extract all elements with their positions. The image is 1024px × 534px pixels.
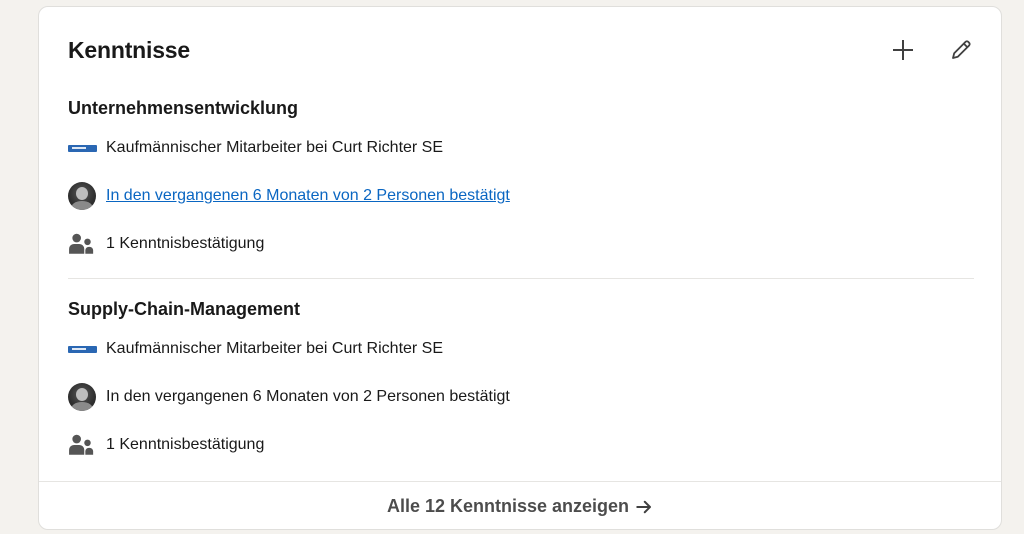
skill-name[interactable]: Supply-Chain-Management: [68, 296, 974, 322]
avatar: [68, 383, 96, 411]
show-all-skills-label: Alle 12 Kenntnisse anzeigen: [386, 496, 630, 516]
endorsement-text: In den vergangenen 6 Monaten von 2 Perso…: [106, 388, 510, 405]
company-logo: [68, 345, 97, 353]
people-icon: [69, 434, 94, 455]
avatar: [68, 182, 96, 210]
endorsement-link[interactable]: In den vergangenen 6 Monaten von 2 Perso…: [106, 187, 510, 205]
endorsement-count-row: 1 Kenntnisbestätigung: [68, 430, 264, 460]
skill-item: Unternehmensentwicklung Kaufmännischer M…: [68, 95, 974, 254]
skill-context-text: Kaufmännischer Mitarbeiter bei Curt Rich…: [106, 340, 444, 357]
endorsement-count: 1 Kenntnisbestätigung: [106, 436, 265, 453]
plus-icon: [893, 40, 913, 60]
skills-card: Kenntnisse Unternehmensentwicklung Kaufm…: [38, 6, 1002, 530]
skill-context-row: Kaufmännischer Mitarbeiter bei Curt Rich…: [68, 334, 443, 364]
skill-context-text: Kaufmännischer Mitarbeiter bei Curt Rich…: [106, 139, 444, 156]
skill-item: Supply-Chain-Management Kaufmännischer M…: [68, 296, 974, 455]
skill-context-row: Kaufmännischer Mitarbeiter bei Curt Rich…: [68, 133, 443, 163]
edit-skills-button[interactable]: [945, 34, 977, 66]
endorsement-count: 1 Kenntnisbestätigung: [106, 235, 265, 252]
card-title: Kenntnisse: [68, 37, 190, 63]
arrow-right-icon: [636, 500, 652, 513]
endorsement-row: In den vergangenen 6 Monaten von 2 Perso…: [68, 382, 510, 412]
add-skill-button[interactable]: [887, 34, 919, 66]
endorsement-row: In den vergangenen 6 Monaten von 2 Perso…: [68, 181, 510, 211]
show-all-skills-button[interactable]: Alle 12 Kenntnisse anzeigen: [39, 481, 1001, 529]
endorsement-count-row: 1 Kenntnisbestätigung: [68, 229, 264, 259]
company-logo: [68, 144, 97, 152]
divider: [68, 278, 974, 279]
people-icon: [69, 233, 94, 254]
skill-name[interactable]: Unternehmensentwicklung: [68, 95, 974, 121]
pencil-icon: [952, 40, 971, 59]
